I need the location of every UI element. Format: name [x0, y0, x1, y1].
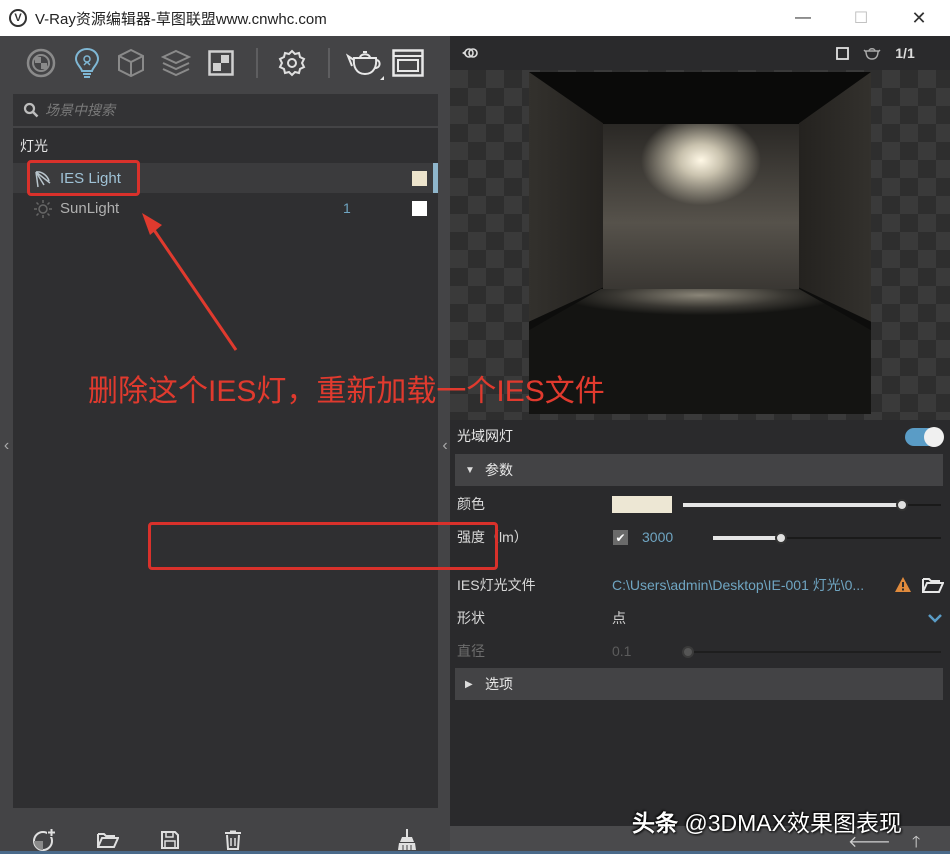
light-color-swatch	[412, 201, 427, 216]
asset-type-toolbar	[0, 36, 450, 92]
intensity-slider[interactable]	[713, 532, 941, 544]
category-lights-label: 灯光	[20, 138, 48, 154]
render-teapot-icon[interactable]	[346, 46, 384, 80]
collapse-left-chevron-icon[interactable]: ‹	[0, 436, 13, 456]
color-multiplier-slider[interactable]	[683, 499, 941, 511]
ies-light-highlight-box	[27, 160, 140, 196]
color-row: 颜色	[450, 488, 950, 520]
preview-render-image	[529, 72, 871, 414]
outliner-bottom-toolbar	[0, 812, 450, 854]
back-arrow-icon[interactable]: 🡐	[848, 831, 891, 852]
shape-dropdown[interactable]: 点	[612, 608, 626, 628]
section-title: 选项	[485, 676, 513, 692]
close-button[interactable]: ✕	[896, 0, 942, 36]
search-input[interactable]	[45, 102, 425, 118]
instance-count: 1	[343, 200, 351, 216]
section-title: 参数	[485, 462, 513, 478]
chevron-down-icon[interactable]	[928, 610, 942, 626]
asset-outliner-panel: 灯光 IES Light SunLight 1	[0, 36, 450, 854]
layers-icon[interactable]	[159, 46, 193, 80]
browse-folder-icon[interactable]	[922, 576, 944, 594]
params-section-header[interactable]: ▼ 参数	[455, 454, 943, 486]
settings-icon[interactable]	[275, 46, 309, 80]
textures-icon[interactable]	[204, 46, 238, 80]
toolbar-separator	[256, 48, 258, 78]
lights-icon[interactable]	[70, 46, 104, 80]
preview-options-icon[interactable]	[460, 44, 480, 62]
light-name-row: 光域网灯	[450, 420, 950, 452]
preview-toolbar: 1/1	[450, 36, 950, 70]
scene-search-box[interactable]	[13, 94, 438, 126]
ies-file-highlight-box	[148, 522, 498, 570]
annotation-arrow-icon	[142, 213, 238, 351]
window-title: V-Ray资源编辑器-草图联盟www.cnwhc.com	[35, 10, 327, 28]
warning-icon	[895, 577, 911, 592]
sun-icon	[34, 200, 52, 218]
ies-file-label: IES灯光文件	[457, 577, 536, 593]
ies-file-path[interactable]: C:\Users\admin\Desktop\IE-001 灯光\0...	[612, 575, 864, 595]
options-section-header[interactable]: ▶ 选项	[455, 668, 943, 700]
purge-broom-icon[interactable]	[395, 828, 419, 852]
color-swatch-button[interactable]	[612, 496, 672, 513]
square-icon[interactable]	[835, 44, 849, 62]
expand-triangle-icon: ▼	[465, 464, 475, 476]
watermark-brand: 头条	[632, 810, 678, 836]
light-color-swatch	[412, 171, 427, 186]
diameter-row: 直径 0.1	[450, 635, 950, 667]
collapsed-triangle-icon: ▶	[465, 678, 473, 690]
intensity-checkbox[interactable]: ✔	[613, 530, 628, 545]
save-icon[interactable]	[158, 828, 182, 852]
title-bar: V V-Ray资源编辑器-草图联盟www.cnwhc.com — ☐ ✕	[0, 0, 950, 36]
search-icon	[23, 102, 39, 118]
light-enable-toggle[interactable]	[905, 427, 944, 447]
vray-logo-icon: V	[9, 9, 27, 27]
intensity-row: 强度（lm） ✔ 3000	[450, 521, 950, 553]
ies-file-row: IES灯光文件 C:\Users\admin\Desktop\IE-001 灯光…	[450, 569, 950, 601]
list-item-label: SunLight	[60, 199, 120, 217]
toolbar-separator	[328, 48, 330, 78]
annotation-text: 删除这个IES灯，重新加载一个IES文件	[88, 375, 605, 408]
asset-properties-panel: 1/1 光域网灯 ▼ 参数 颜色 强度（lm） ✔ 3000 IES灯光文件 C…	[450, 36, 950, 854]
color-label: 颜色	[457, 496, 485, 512]
shape-label: 形状	[457, 610, 485, 626]
open-folder-icon[interactable]	[96, 828, 120, 852]
frame-buffer-icon[interactable]	[391, 46, 425, 80]
diameter-slider	[682, 646, 941, 658]
diameter-value: 0.1	[612, 643, 632, 659]
render-ratio-button[interactable]: 1/1	[893, 44, 917, 62]
diameter-label: 直径	[457, 643, 485, 659]
shape-row: 形状 点	[450, 602, 950, 634]
delete-icon[interactable]	[221, 828, 245, 852]
add-asset-icon[interactable]	[32, 828, 56, 852]
maximize-button[interactable]: ☐	[838, 0, 884, 36]
intensity-value-input[interactable]: 3000	[642, 529, 673, 545]
geometry-icon[interactable]	[114, 46, 148, 80]
teapot-icon[interactable]	[863, 44, 881, 62]
minimize-button[interactable]: —	[780, 0, 826, 36]
materials-icon[interactable]	[24, 46, 58, 80]
light-type-title: 光域网灯	[457, 428, 513, 444]
